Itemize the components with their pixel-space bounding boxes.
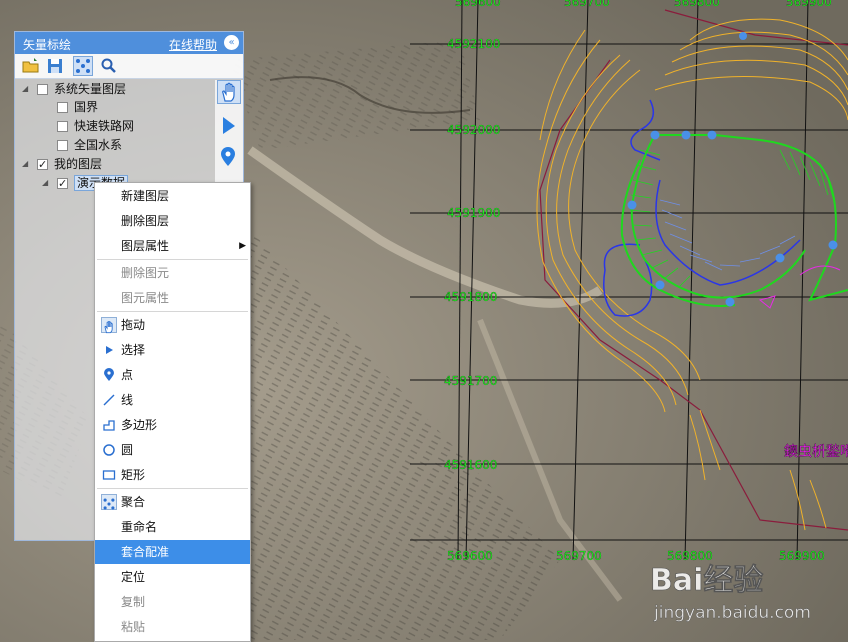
x-label-top: 569600	[455, 0, 501, 9]
expand-triangle-icon[interactable]: ◢	[22, 84, 28, 93]
panel-titlebar: 矢量标绘 在线帮助 «	[15, 32, 243, 54]
tree-item-system-layers[interactable]: 系统矢量图层	[37, 80, 126, 98]
open-folder-icon[interactable]	[21, 56, 41, 76]
context-menu: 新建图层 删除图层 图层属性 ▶ 删除图元 图元属性 拖动 选择 点 线 多边形 …	[94, 182, 251, 642]
save-icon[interactable]	[45, 56, 65, 76]
baidu-jingyan-watermark: Bai经验 jingyan.baidu.com	[650, 563, 811, 624]
checkbox[interactable]	[37, 156, 48, 174]
y-label: 4591600	[444, 458, 497, 472]
online-help-link[interactable]: 在线帮助	[169, 36, 217, 53]
search-icon[interactable]	[99, 56, 119, 76]
magenta-map-label: 鐭虫枡鍫嗗	[784, 443, 848, 460]
panel-toolbar	[15, 54, 243, 79]
panel-title: 矢量标绘	[23, 38, 72, 52]
svg-text:Bai经验: Bai经验	[650, 563, 763, 598]
hand-icon	[101, 317, 117, 334]
y-label: 4591800	[444, 290, 497, 304]
menu-item-rectangle[interactable]: 矩形	[95, 463, 250, 487]
hand-icon[interactable]	[217, 80, 241, 104]
menu-item-paste[interactable]: 粘贴	[95, 615, 250, 639]
cluster-icon	[101, 494, 117, 510]
x-label-top: 569700	[564, 0, 610, 9]
x-label-top: 569900	[786, 0, 832, 9]
checkbox[interactable]	[37, 84, 48, 95]
x-label-top: 569800	[674, 0, 720, 9]
menu-item-rename[interactable]: 重命名	[95, 515, 250, 539]
menu-item-point[interactable]: 点	[95, 363, 250, 387]
line-icon	[101, 392, 117, 408]
menu-item-line[interactable]: 线	[95, 388, 250, 412]
menu-item-element-properties[interactable]: 图元属性	[95, 286, 250, 310]
checkbox[interactable]	[57, 175, 68, 193]
menu-item-layer-properties[interactable]: 图层属性 ▶	[95, 234, 250, 258]
menu-item-register[interactable]: 套合配准	[95, 540, 250, 564]
cluster-icon[interactable]	[73, 56, 93, 76]
menu-item-drag[interactable]: 拖动	[95, 313, 250, 337]
x-label-bottom: 569700	[556, 549, 602, 563]
x-label-bottom: 569600	[447, 549, 493, 563]
menu-item-locate[interactable]: 定位	[95, 565, 250, 589]
arrow-select-icon	[101, 342, 117, 358]
rectangle-icon	[101, 467, 117, 483]
menu-separator	[97, 311, 248, 312]
menu-item-select[interactable]: 选择	[95, 338, 250, 362]
expand-triangle-icon[interactable]: ◢	[22, 159, 28, 168]
tree-item-my-layers[interactable]: 我的图层	[37, 155, 102, 174]
menu-item-circle[interactable]: 圆	[95, 438, 250, 462]
y-label: 4592000	[447, 123, 500, 137]
menu-item-new-layer[interactable]: 新建图层	[95, 184, 250, 208]
menu-separator	[97, 488, 248, 489]
tree-item-borders[interactable]: 国界	[57, 98, 98, 116]
menu-item-delete-element[interactable]: 删除图元	[95, 261, 250, 285]
submenu-arrow-icon: ▶	[239, 241, 246, 251]
svg-text:jingyan.baidu.com: jingyan.baidu.com	[653, 603, 811, 623]
menu-item-polygon[interactable]: 多边形	[95, 413, 250, 437]
pin-icon[interactable]	[217, 146, 241, 170]
polygon-icon	[101, 417, 117, 433]
y-label: 4591900	[447, 206, 500, 220]
expand-triangle-icon[interactable]: ◢	[42, 178, 48, 187]
checkbox[interactable]	[57, 102, 68, 113]
checkbox[interactable]	[57, 140, 68, 151]
y-label: 4592100	[447, 37, 500, 51]
circle-icon	[101, 442, 117, 458]
arrow-select-icon[interactable]	[217, 114, 241, 138]
menu-item-delete-layer[interactable]: 删除图层	[95, 209, 250, 233]
menu-item-aggregate[interactable]: 聚合	[95, 490, 250, 514]
checkbox[interactable]	[57, 121, 68, 132]
menu-item-copy[interactable]: 复制	[95, 590, 250, 614]
tree-item-water[interactable]: 全国水系	[57, 136, 122, 154]
menu-separator	[97, 259, 248, 260]
tree-item-railway[interactable]: 快速铁路网	[57, 117, 134, 135]
pin-icon	[101, 367, 117, 383]
double-chevron-left-icon[interactable]: «	[224, 35, 239, 50]
y-label: 4591700	[444, 374, 497, 388]
